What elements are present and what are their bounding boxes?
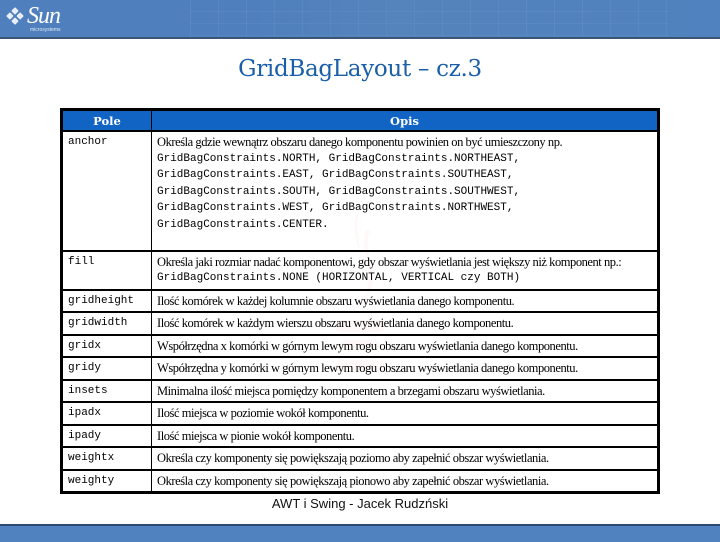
code-line: GridBagConstraints.NORTH, GridBagConstra… — [157, 152, 521, 165]
field-name: gridwidth — [61, 311, 152, 335]
table-row: fill Określa jaki rozmiar nadać komponen… — [61, 249, 659, 290]
field-description: Minimalna ilość miejsca pomiędzy kompone… — [151, 378, 659, 403]
table-row: gridwidth Ilość komórek w każdym wierszu… — [61, 311, 659, 335]
field-name: weighty — [61, 468, 152, 493]
table-row: gridheight Ilość komórek w każdej kolumn… — [61, 288, 659, 313]
code-line: GridBagConstraints.WEST, GridBagConstrai… — [157, 202, 514, 214]
sun-logo: Sun microsystems — [6, 3, 61, 33]
properties-table: Pole Opis anchor Określa gdzie wewnątrz … — [60, 108, 660, 494]
code-inline: GridBagConstraints.NONE (HORIZONTAL, VER… — [157, 272, 521, 284]
field-name: anchor — [61, 130, 152, 251]
field-description: Ilość miejsca w pionie wokół komponentu. — [151, 423, 659, 448]
code-line: GridBagConstraints.EAST, GridBagConstrai… — [157, 169, 514, 181]
field-name: weightx — [61, 446, 152, 470]
field-description: Określa gdzie wewnątrz obszaru danego ko… — [151, 130, 659, 251]
logo-subtitle: microsystems — [30, 27, 61, 33]
logo-name: Sun — [27, 3, 61, 29]
column-header-description: Opis — [151, 109, 659, 132]
header-bar: Sun microsystems — [0, 0, 720, 39]
table-row: anchor Określa gdzie wewnątrz obszaru da… — [61, 130, 659, 251]
field-name: gridheight — [61, 288, 152, 313]
description-text: Określa gdzie wewnątrz obszaru danego ko… — [157, 135, 563, 149]
code-line: GridBagConstraints.CENTER. — [157, 218, 329, 231]
field-description: Ilość miejsca w poziomie wokół komponent… — [151, 401, 659, 425]
sun-logo-icon — [6, 7, 24, 25]
table-row: ipadx Ilość miejsca w poziomie wokół kom… — [61, 401, 659, 425]
table-row: gridx Współrzędna x komórki w górnym lew… — [61, 333, 659, 358]
field-description: Współrzędna x komórki w górnym lewym rog… — [151, 333, 659, 358]
code-line: GridBagConstraints.SOUTH, GridBagConstra… — [157, 185, 521, 198]
table-row: weighty Określa czy komponenty się powię… — [61, 468, 659, 493]
table-row: ipady Ilość miejsca w pionie wokół kompo… — [61, 423, 659, 448]
table-row: gridy Współrzędna y komórki w górnym lew… — [61, 356, 659, 380]
description-text: Określa jaki rozmiar nadać komponentowi,… — [157, 254, 622, 269]
column-header-field: Pole — [61, 109, 152, 132]
field-description: Określa czy komponenty się powiększają p… — [151, 446, 659, 470]
field-name: ipadx — [61, 401, 152, 425]
table-row: insets Minimalna ilość miejsca pomiędzy … — [61, 378, 659, 403]
field-name: gridy — [61, 356, 152, 380]
field-description: Ilość komórek w każdej kolumnie obszaru … — [151, 288, 659, 313]
footer-text: AWT i Swing - Jacek Rudzński — [271, 496, 449, 511]
table-row: weightx Określa czy komponenty się powię… — [61, 446, 659, 470]
field-name: gridx — [61, 333, 152, 358]
field-description: Określa czy komponenty się powiększają p… — [151, 468, 659, 493]
field-description: Określa jaki rozmiar nadać komponentowi,… — [151, 249, 659, 290]
slide-title: GridBagLayout – cz.3 — [238, 56, 482, 82]
field-name: ipady — [61, 423, 152, 448]
table-header-row: Pole Opis — [61, 109, 659, 132]
field-name: insets — [61, 378, 152, 403]
field-description: Ilość komórek w każdym wierszu obszaru w… — [151, 311, 659, 335]
footer-bar — [0, 524, 720, 542]
field-name: fill — [61, 249, 152, 290]
field-description: Współrzędna y komórki w górnym lewym rog… — [151, 356, 659, 380]
header-decoration — [190, 0, 670, 37]
